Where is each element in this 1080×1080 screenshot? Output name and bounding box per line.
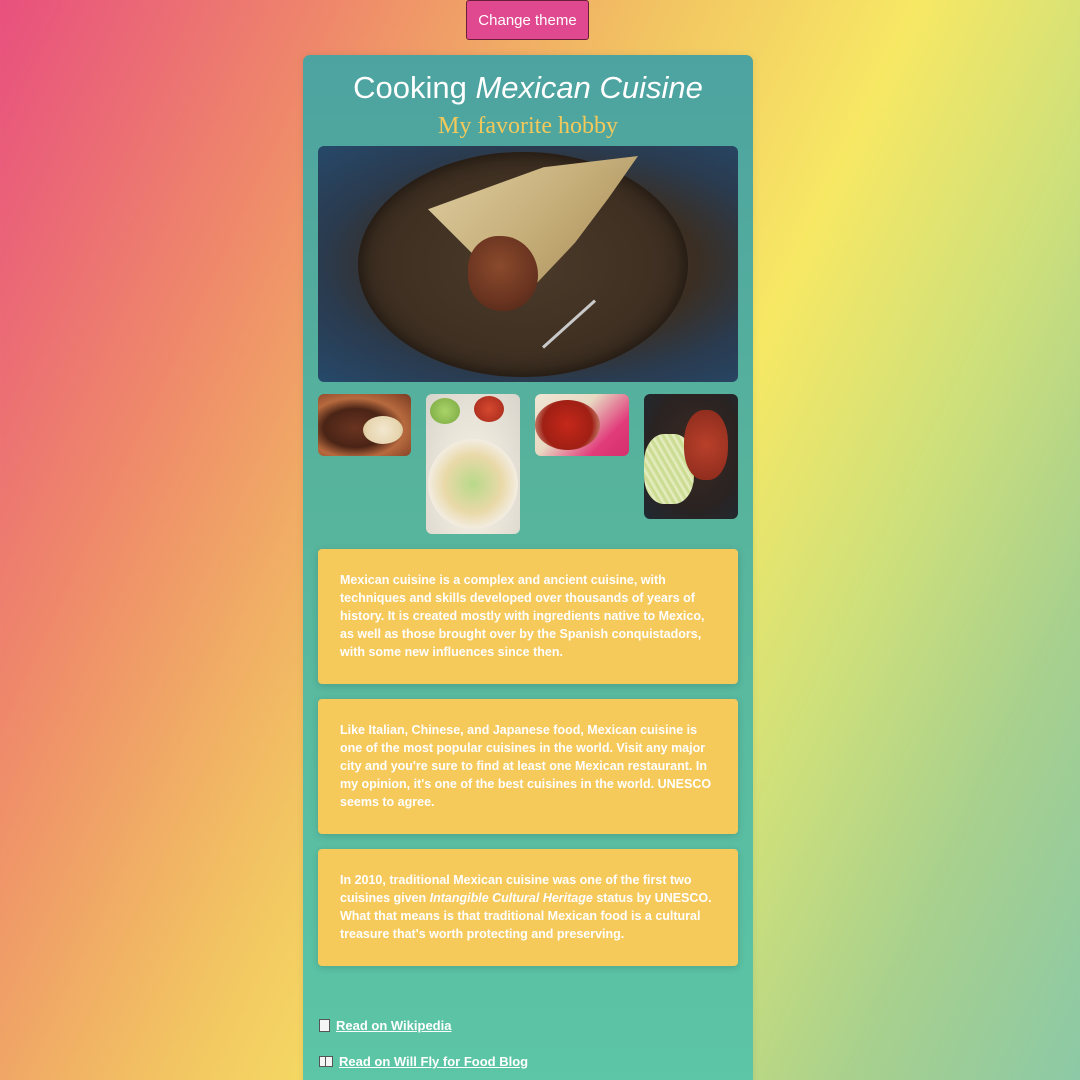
pozole-bowl [535, 400, 600, 450]
paragraph-box-1: Mexican cuisine is a complex and ancient… [318, 549, 738, 684]
page-icon [319, 1019, 330, 1032]
page-title: Cooking Mexican Cuisine [303, 69, 753, 107]
blog-link[interactable]: Read on Will Fly for Food Blog [339, 1054, 528, 1069]
book-icon [319, 1056, 333, 1067]
title-prefix: Cooking [353, 70, 476, 105]
page-subtitle: My favorite hobby [438, 113, 618, 139]
tamale-filling [468, 236, 538, 311]
green-salsa [430, 398, 460, 424]
thumbnail-mole-rice[interactable] [318, 394, 411, 456]
rice [363, 416, 403, 444]
flautas-plate [428, 439, 518, 529]
change-theme-button[interactable]: Change theme [466, 0, 589, 40]
wikipedia-link[interactable]: Read on Wikipedia [336, 1018, 451, 1033]
paragraph-emphasis: Intangible Cultural Heritage [429, 891, 593, 905]
thumbnail-flautas[interactable] [426, 394, 520, 534]
wikipedia-link-row: Read on Wikipedia [319, 1018, 451, 1033]
blog-link-row: Read on Will Fly for Food Blog [319, 1054, 528, 1069]
thumbnail-pozole[interactable] [535, 394, 629, 456]
enchilada-sauce [684, 410, 728, 480]
paragraph-box-3: In 2010, traditional Mexican cuisine was… [318, 849, 738, 966]
title-emphasis: Mexican Cuisine [475, 70, 703, 105]
paragraph-text: Mexican cuisine is a complex and ancient… [340, 573, 705, 659]
paragraph-box-2: Like Italian, Chinese, and Japanese food… [318, 699, 738, 834]
paragraph-text: Like Italian, Chinese, and Japanese food… [340, 723, 712, 809]
thumbnail-enchiladas[interactable] [644, 394, 738, 519]
content-card: Cooking Mexican Cuisine My favorite hobb… [303, 55, 753, 1080]
hero-image-tamale [318, 146, 738, 382]
red-salsa [474, 396, 504, 422]
